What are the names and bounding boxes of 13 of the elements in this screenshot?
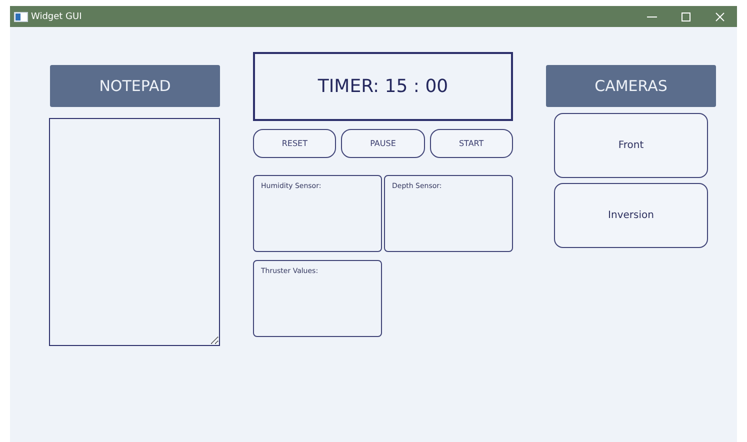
window-title: Widget GUI [31,12,83,22]
notepad-text-area[interactable] [49,118,220,346]
camera-button[interactable]: Front [554,113,708,178]
notepad-header: NOTEPAD [50,65,220,107]
timer-button[interactable]: PAUSE [341,129,425,158]
camera-button[interactable]: Inversion [554,183,708,248]
maximize-icon [681,12,691,22]
timer-button[interactable]: START [430,129,513,158]
window-icon [14,12,28,22]
close-icon [715,12,725,22]
timer-display: TIMER: 15 : 00 [253,52,513,121]
timer-button[interactable]: RESET [253,129,336,158]
cameras-header: CAMERAS [546,65,716,107]
